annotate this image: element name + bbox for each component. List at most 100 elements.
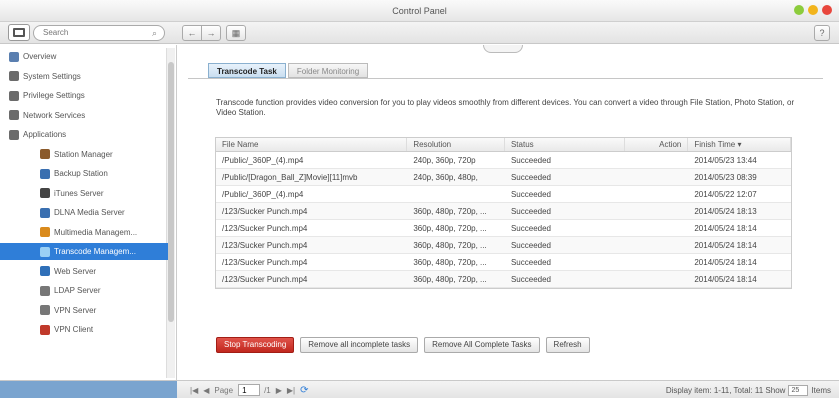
maximize-button[interactable] xyxy=(794,5,804,15)
resolution-cell: 240p, 360p, 480p, xyxy=(413,173,478,182)
status-cell: Succeeded xyxy=(510,190,551,199)
page-count: /1 xyxy=(264,385,271,395)
last-page-icon[interactable]: ▶| xyxy=(287,386,295,395)
column-header-file-name[interactable]: File Name xyxy=(216,138,408,151)
grid-view-button[interactable]: ▦ xyxy=(226,25,246,41)
refresh-icon[interactable]: ⟳ xyxy=(300,385,308,396)
sidebar-item-itunes[interactable]: iTunes Server xyxy=(0,185,168,202)
station-manager-icon xyxy=(40,149,50,160)
sidebar-item-network[interactable]: Network Services xyxy=(0,107,168,124)
sidebar-item-web-server[interactable]: Web Server xyxy=(0,263,168,280)
table-row[interactable]: /123/Sucker Punch.mp4 360p, 480p, 720p, .… xyxy=(216,237,791,254)
system-settings-icon xyxy=(9,71,19,82)
action-cell xyxy=(625,271,689,287)
sidebar-item-transcode[interactable]: Transcode Managem... xyxy=(0,243,168,260)
first-page-icon[interactable]: |◀ xyxy=(190,386,198,395)
page-number-input[interactable] xyxy=(238,384,261,396)
finish-time-cell: 2014/05/24 18:14 xyxy=(694,224,757,233)
search-icon[interactable]: ⌕ xyxy=(152,28,157,39)
sidebar-item-label: DLNA Media Server xyxy=(54,208,125,217)
column-header-action[interactable]: Action xyxy=(625,138,689,151)
prev-page-icon[interactable]: ◀ xyxy=(203,386,209,395)
sidebar-item-system-settings[interactable]: System Settings xyxy=(0,68,168,85)
status-cell: Succeeded xyxy=(510,241,551,250)
sidebar-footer xyxy=(0,381,177,398)
finish-time-cell: 2014/05/24 18:14 xyxy=(694,241,757,250)
sidebar-item-privilege[interactable]: Privilege Settings xyxy=(0,87,168,104)
sidebar-item-dlna[interactable]: DLNA Media Server xyxy=(0,204,168,221)
file-name-cell: /123/Sucker Punch.mp4 xyxy=(222,258,308,267)
next-page-icon[interactable]: ▶ xyxy=(276,386,282,395)
table-row[interactable]: /123/Sucker Punch.mp4 360p, 480p, 720p, .… xyxy=(216,271,791,288)
table-header: File Name Resolution Status Action Finis… xyxy=(216,138,791,152)
forward-button[interactable]: → xyxy=(201,25,221,41)
resolution-cell: 360p, 480p, 720p, ... xyxy=(413,275,487,284)
status-cell: Succeeded xyxy=(510,173,551,182)
nav-buttons: ← → ▦ xyxy=(182,25,246,41)
table-row[interactable]: /Public/_360P_(4).mp4 Succeeded 2014/05/22… xyxy=(216,186,791,203)
resolution-cell: 360p, 480p, 720p, ... xyxy=(413,207,487,216)
column-header-finish-time[interactable]: Finish Time ▾ xyxy=(688,138,791,151)
minimize-button[interactable] xyxy=(808,5,818,15)
help-button[interactable]: ? xyxy=(814,25,830,41)
status-bar: |◀ ◀ Page /1 ▶ ▶| ⟳ Display item: 1-11, … xyxy=(0,380,839,398)
transcode-icon xyxy=(40,246,50,257)
sidebar: Overview System Settings Privilege Setting… xyxy=(0,45,177,380)
refresh-button[interactable]: Refresh xyxy=(545,337,590,353)
finish-time-cell: 2014/05/23 13:44 xyxy=(694,156,757,165)
sidebar-item-ldap[interactable]: LDAP Server xyxy=(0,282,168,299)
file-name-cell: /123/Sucker Punch.mp4 xyxy=(222,241,308,250)
sidebar-item-applications[interactable]: Applications xyxy=(0,126,168,143)
back-button[interactable]: ← xyxy=(182,25,202,41)
sidebar-item-station-manager[interactable]: Station Manager xyxy=(0,146,168,163)
sidebar-item-backup-station[interactable]: Backup Station xyxy=(0,165,168,182)
file-name-cell: /123/Sucker Punch.mp4 xyxy=(222,224,308,233)
stop-transcoding-button[interactable]: Stop Transcoding xyxy=(216,337,295,353)
menu-toggle-button[interactable] xyxy=(8,24,30,41)
tab-divider xyxy=(188,78,823,79)
table-row[interactable]: /123/Sucker Punch.mp4 360p, 480p, 720p, .… xyxy=(216,203,791,220)
action-cell xyxy=(625,254,689,270)
sidebar-item-vpn-client[interactable]: VPN Client xyxy=(0,321,168,338)
applications-icon xyxy=(9,129,19,140)
sidebar-item-multimedia[interactable]: Multimedia Managem... xyxy=(0,224,168,241)
table-row[interactable]: /Public/_360P_(4).mp4 240p, 360p, 720p Suc… xyxy=(216,152,791,169)
title-bar: Control Panel xyxy=(0,0,839,22)
column-header-resolution[interactable]: Resolution xyxy=(407,138,505,151)
sidebar-item-overview[interactable]: Overview xyxy=(0,48,168,65)
window-icon xyxy=(13,28,25,37)
status-cell: Succeeded xyxy=(510,207,551,216)
finish-time-cell: 2014/05/24 18:14 xyxy=(694,275,757,284)
overview-icon xyxy=(9,51,19,62)
dlna-icon xyxy=(40,207,50,218)
table-row[interactable]: /123/Sucker Punch.mp4 360p, 480p, 720p, .… xyxy=(216,254,791,271)
close-button[interactable] xyxy=(822,5,832,15)
tab-transcode-task[interactable]: Transcode Task xyxy=(208,63,286,78)
file-name-cell: /Public/_360P_(4).mp4 xyxy=(222,190,304,199)
show-count-select[interactable]: 25 xyxy=(788,385,809,396)
collapse-handle[interactable] xyxy=(483,45,523,53)
table-row[interactable]: /Public/[Dragon_Ball_Z]Movie][11]mvb 240p… xyxy=(216,169,791,186)
tab-bar: Transcode Task Folder Monitoring xyxy=(208,63,370,78)
itunes-icon xyxy=(40,188,50,199)
tab-folder-monitoring[interactable]: Folder Monitoring xyxy=(287,63,369,78)
vpn-server-icon xyxy=(40,305,50,316)
sidebar-scroll-thumb[interactable] xyxy=(168,62,174,322)
column-header-status[interactable]: Status xyxy=(505,138,625,151)
table-row[interactable]: /123/Sucker Punch.mp4 360p, 480p, 720p, .… xyxy=(216,220,791,237)
sidebar-item-label: Applications xyxy=(23,130,67,139)
web-server-icon xyxy=(40,266,50,277)
search-input[interactable] xyxy=(43,28,143,37)
sidebar-item-label: Network Services xyxy=(23,110,86,120)
display-info: Display item: 1-11, Total: 11 Show 25 It… xyxy=(666,385,831,396)
sidebar-item-label: Transcode Managem... xyxy=(54,247,136,256)
sidebar-item-label: Web Server xyxy=(54,266,97,276)
remove-complete-button[interactable]: Remove All Complete Tasks xyxy=(424,337,540,353)
sidebar-item-vpn-server[interactable]: VPN Server xyxy=(0,302,168,319)
resolution-cell: 240p, 360p, 720p xyxy=(413,156,476,165)
action-cell xyxy=(625,152,689,168)
resolution-cell: 360p, 480p, 720p, ... xyxy=(413,258,487,267)
sidebar-item-label: VPN Client xyxy=(54,325,94,334)
remove-incomplete-button[interactable]: Remove all incomplete tasks xyxy=(300,337,419,353)
search-box[interactable]: ⌕ xyxy=(33,25,165,41)
